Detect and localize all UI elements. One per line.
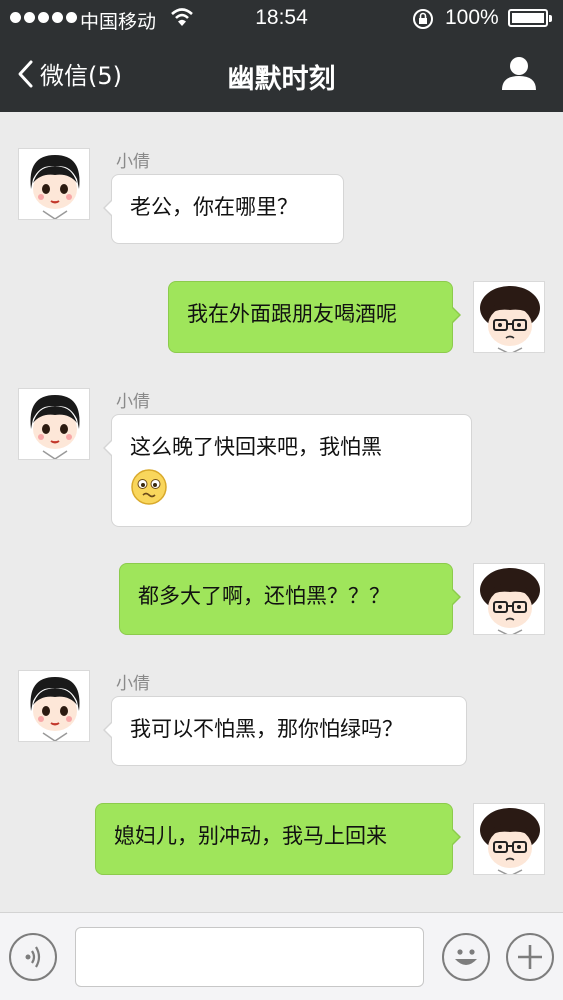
incoming-message[interactable]: 我可以不怕黑，那你怕绿吗？ [103,696,467,766]
profile-icon[interactable] [500,54,538,92]
message-text: 媳妇儿，别冲动，我马上回来 [114,824,387,848]
emoji-button[interactable] [442,933,490,981]
outgoing-message[interactable]: 媳妇儿，别冲动，我马上回来 [95,803,461,875]
message-text: 都多大了啊，还怕黑？？？ [138,584,390,608]
message-text: 我可以不怕黑，那你怕绿吗？ [130,717,403,741]
chat-area[interactable]: 小倩 老公，你在哪里？ 我在外面跟朋友喝酒呢 小倩 这么晚了快回来吧，我怕黑 都… [0,112,563,912]
input-toolbar [0,912,563,1000]
chat-title: 幽默时刻 [227,64,336,95]
sender-name: 小倩 [116,674,150,694]
navigation-bar: 微信(5) 幽默时刻 [0,36,563,112]
my-avatar[interactable] [473,803,545,875]
incoming-message[interactable]: 这么晚了快回来吧，我怕黑 [103,414,472,527]
contact-avatar[interactable] [18,148,90,220]
battery-percentage: 100% [445,6,499,29]
my-avatar[interactable] [473,281,545,353]
plus-icon [518,945,542,969]
my-avatar[interactable] [473,563,545,635]
worried-face-emoji [131,469,167,505]
sender-name: 小倩 [116,392,150,412]
contact-avatar[interactable] [18,670,90,742]
voice-input-button[interactable] [9,933,57,981]
sender-name: 小倩 [116,152,150,172]
voice-input-icon [25,946,41,968]
contact-avatar[interactable] [18,388,90,460]
battery-icon [508,9,552,27]
outgoing-message[interactable]: 都多大了啊，还怕黑？？？ [119,563,461,635]
rotation-lock-icon [413,9,433,29]
message-text: 这么晚了快回来吧，我怕黑 [130,435,382,459]
more-button[interactable] [506,933,554,981]
message-text: 老公，你在哪里？ [130,195,298,219]
outgoing-message[interactable]: 我在外面跟朋友喝酒呢 [168,281,461,353]
status-bar: 中国移动 18:54 100% [0,0,563,36]
incoming-message[interactable]: 老公，你在哪里？ [103,174,344,244]
emoji-icon [455,949,477,965]
message-input[interactable] [75,927,424,987]
message-text: 我在外面跟朋友喝酒呢 [187,302,397,326]
